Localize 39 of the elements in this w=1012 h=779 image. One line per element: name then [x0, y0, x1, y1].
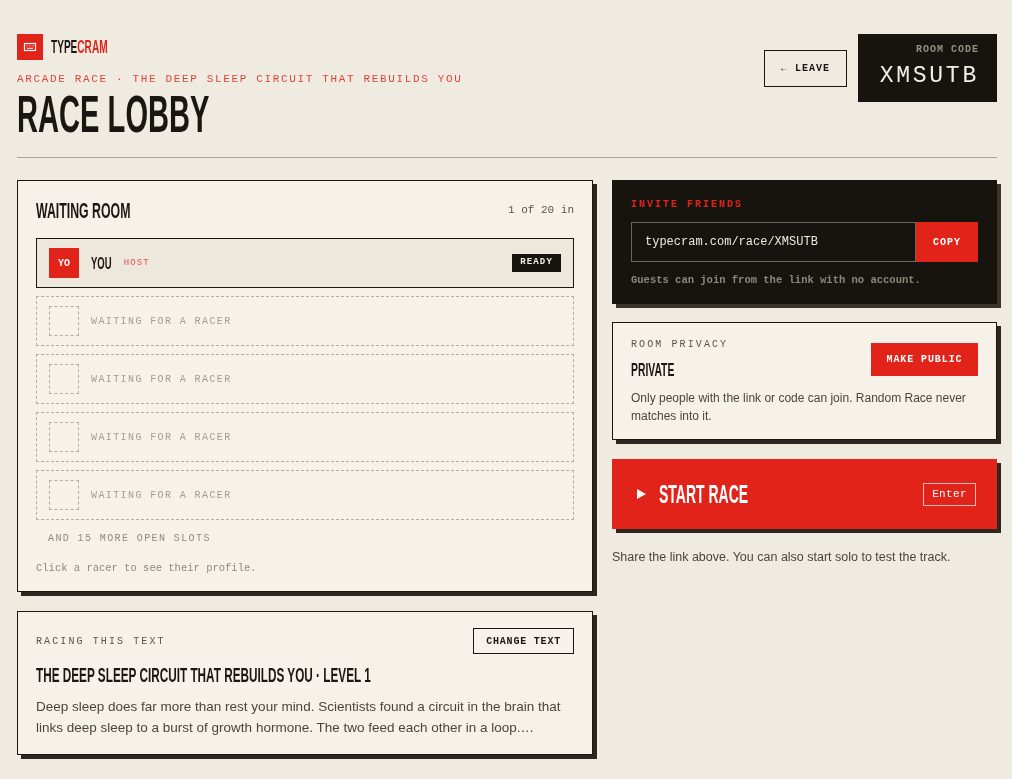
leave-button[interactable]: ← LEAVE	[764, 50, 847, 87]
page-title: RACE LOBBY	[17, 88, 210, 140]
racer-row[interactable]: YO YOU HOST READY	[36, 238, 574, 288]
privacy-description: Only people with the link or code can join. Random Race never matches into it.	[631, 390, 967, 425]
dashed-square-icon	[49, 306, 79, 336]
waiting-label: WAITING FOR A RACER	[91, 488, 232, 503]
racer-role: HOST	[123, 257, 150, 271]
racer-avatar: YO	[49, 248, 79, 278]
racer-name: YOU	[91, 254, 112, 272]
section-title: WAITING ROOM	[36, 199, 131, 222]
room-code-label: ROOM CODE	[916, 44, 979, 56]
section-label: INVITE FRIENDS	[631, 198, 744, 212]
invite-link-field[interactable]: typecram.com/race/XMSUTB	[631, 222, 916, 262]
brand-wordmark[interactable]: TYPECRAM	[51, 38, 108, 56]
waiting-label: WAITING FOR A RACER	[91, 372, 232, 387]
play-icon	[637, 489, 646, 499]
section-label: RACING THIS TEXT	[36, 634, 166, 649]
text-excerpt: Deep sleep does far more than rest your mind. Scientists found a circuit in the brain that links deep sleep to a burst of growth hormone. The two feed each other in a loop.…	[36, 698, 562, 737]
profile-hint: Click a racer to see their profile.	[36, 561, 258, 575]
waiting-label: WAITING FOR A RACER	[91, 314, 232, 329]
page-eyebrow: ARCADE RACE · THE DEEP SLEEP CIRCUIT THAT REBUILDS YOU	[17, 72, 463, 86]
text-title: THE DEEP SLEEP CIRCUIT THAT REBUILDS YOU · LEVEL 1	[36, 664, 371, 685]
player-count: 1 of 20 in	[508, 203, 574, 219]
start-note: Share the link above. You can also start solo to test the track.	[612, 549, 952, 566]
change-text-button[interactable]: CHANGE TEXT	[473, 628, 574, 654]
ready-status: READY	[512, 254, 561, 272]
keyboard-shortcut: Enter	[923, 482, 976, 506]
dashed-square-icon	[49, 422, 79, 452]
invite-note: Guests can join from the link with no account.	[631, 274, 922, 286]
section-label: ROOM PRIVACY	[631, 338, 729, 352]
make-public-button[interactable]: MAKE PUBLIC	[871, 343, 978, 376]
keyboard-logo-icon[interactable]	[17, 34, 43, 60]
room-code: XMSUTB	[879, 65, 979, 88]
waiting-label: WAITING FOR A RACER	[91, 430, 232, 445]
dashed-square-icon	[49, 364, 79, 394]
dashed-square-icon	[49, 480, 79, 510]
copy-button[interactable]: COPY	[916, 222, 978, 262]
privacy-value: PRIVATE	[631, 361, 675, 380]
open-slots-note: AND 15 MORE OPEN SLOTS	[47, 532, 212, 546]
